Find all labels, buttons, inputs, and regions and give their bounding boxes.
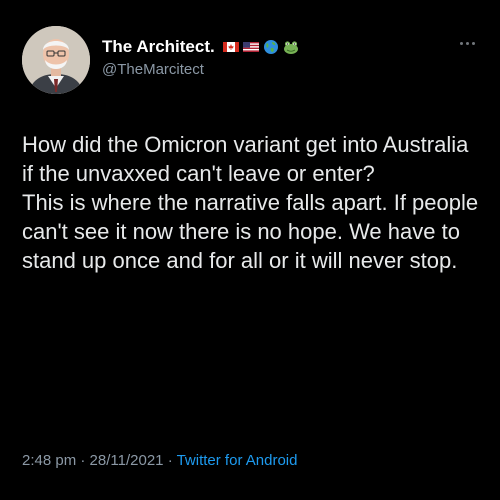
tweet-source-link[interactable]: Twitter for Android xyxy=(177,452,298,469)
canada-flag-icon xyxy=(222,42,239,52)
avatar[interactable] xyxy=(22,26,90,94)
tweet-paragraph: How did the Omicron variant get into Aus… xyxy=(22,132,469,186)
author-names: The Architect. @TheMarcitect xyxy=(102,36,299,78)
tweet-header: The Architect. @TheMarcitect xyxy=(22,26,478,94)
meta-separator: · xyxy=(80,452,86,469)
globe-icon xyxy=(263,40,278,54)
usa-flag-icon xyxy=(242,42,259,52)
more-horizontal-icon[interactable] xyxy=(456,36,478,50)
frog-icon xyxy=(283,41,298,54)
display-name-row: The Architect. xyxy=(102,36,299,58)
tweet-date[interactable]: 28/11/2021 xyxy=(90,452,164,469)
tweet-card: The Architect. @TheMarcitect How did the… xyxy=(0,0,500,500)
tweet-paragraph: This is where the narrative falls apart.… xyxy=(22,190,479,273)
tweet-meta: 2:48 pm · 28/11/2021 · Twitter for Andro… xyxy=(22,452,297,469)
tweet-body: How did the Omicron variant get into Aus… xyxy=(22,130,484,275)
emoji-badges xyxy=(222,39,299,55)
meta-separator: · xyxy=(167,452,173,469)
display-name[interactable]: The Architect. xyxy=(102,37,215,57)
tweet-time[interactable]: 2:48 pm xyxy=(22,452,76,469)
avatar-image xyxy=(22,26,90,94)
author-handle[interactable]: @TheMarcitect xyxy=(102,61,299,78)
